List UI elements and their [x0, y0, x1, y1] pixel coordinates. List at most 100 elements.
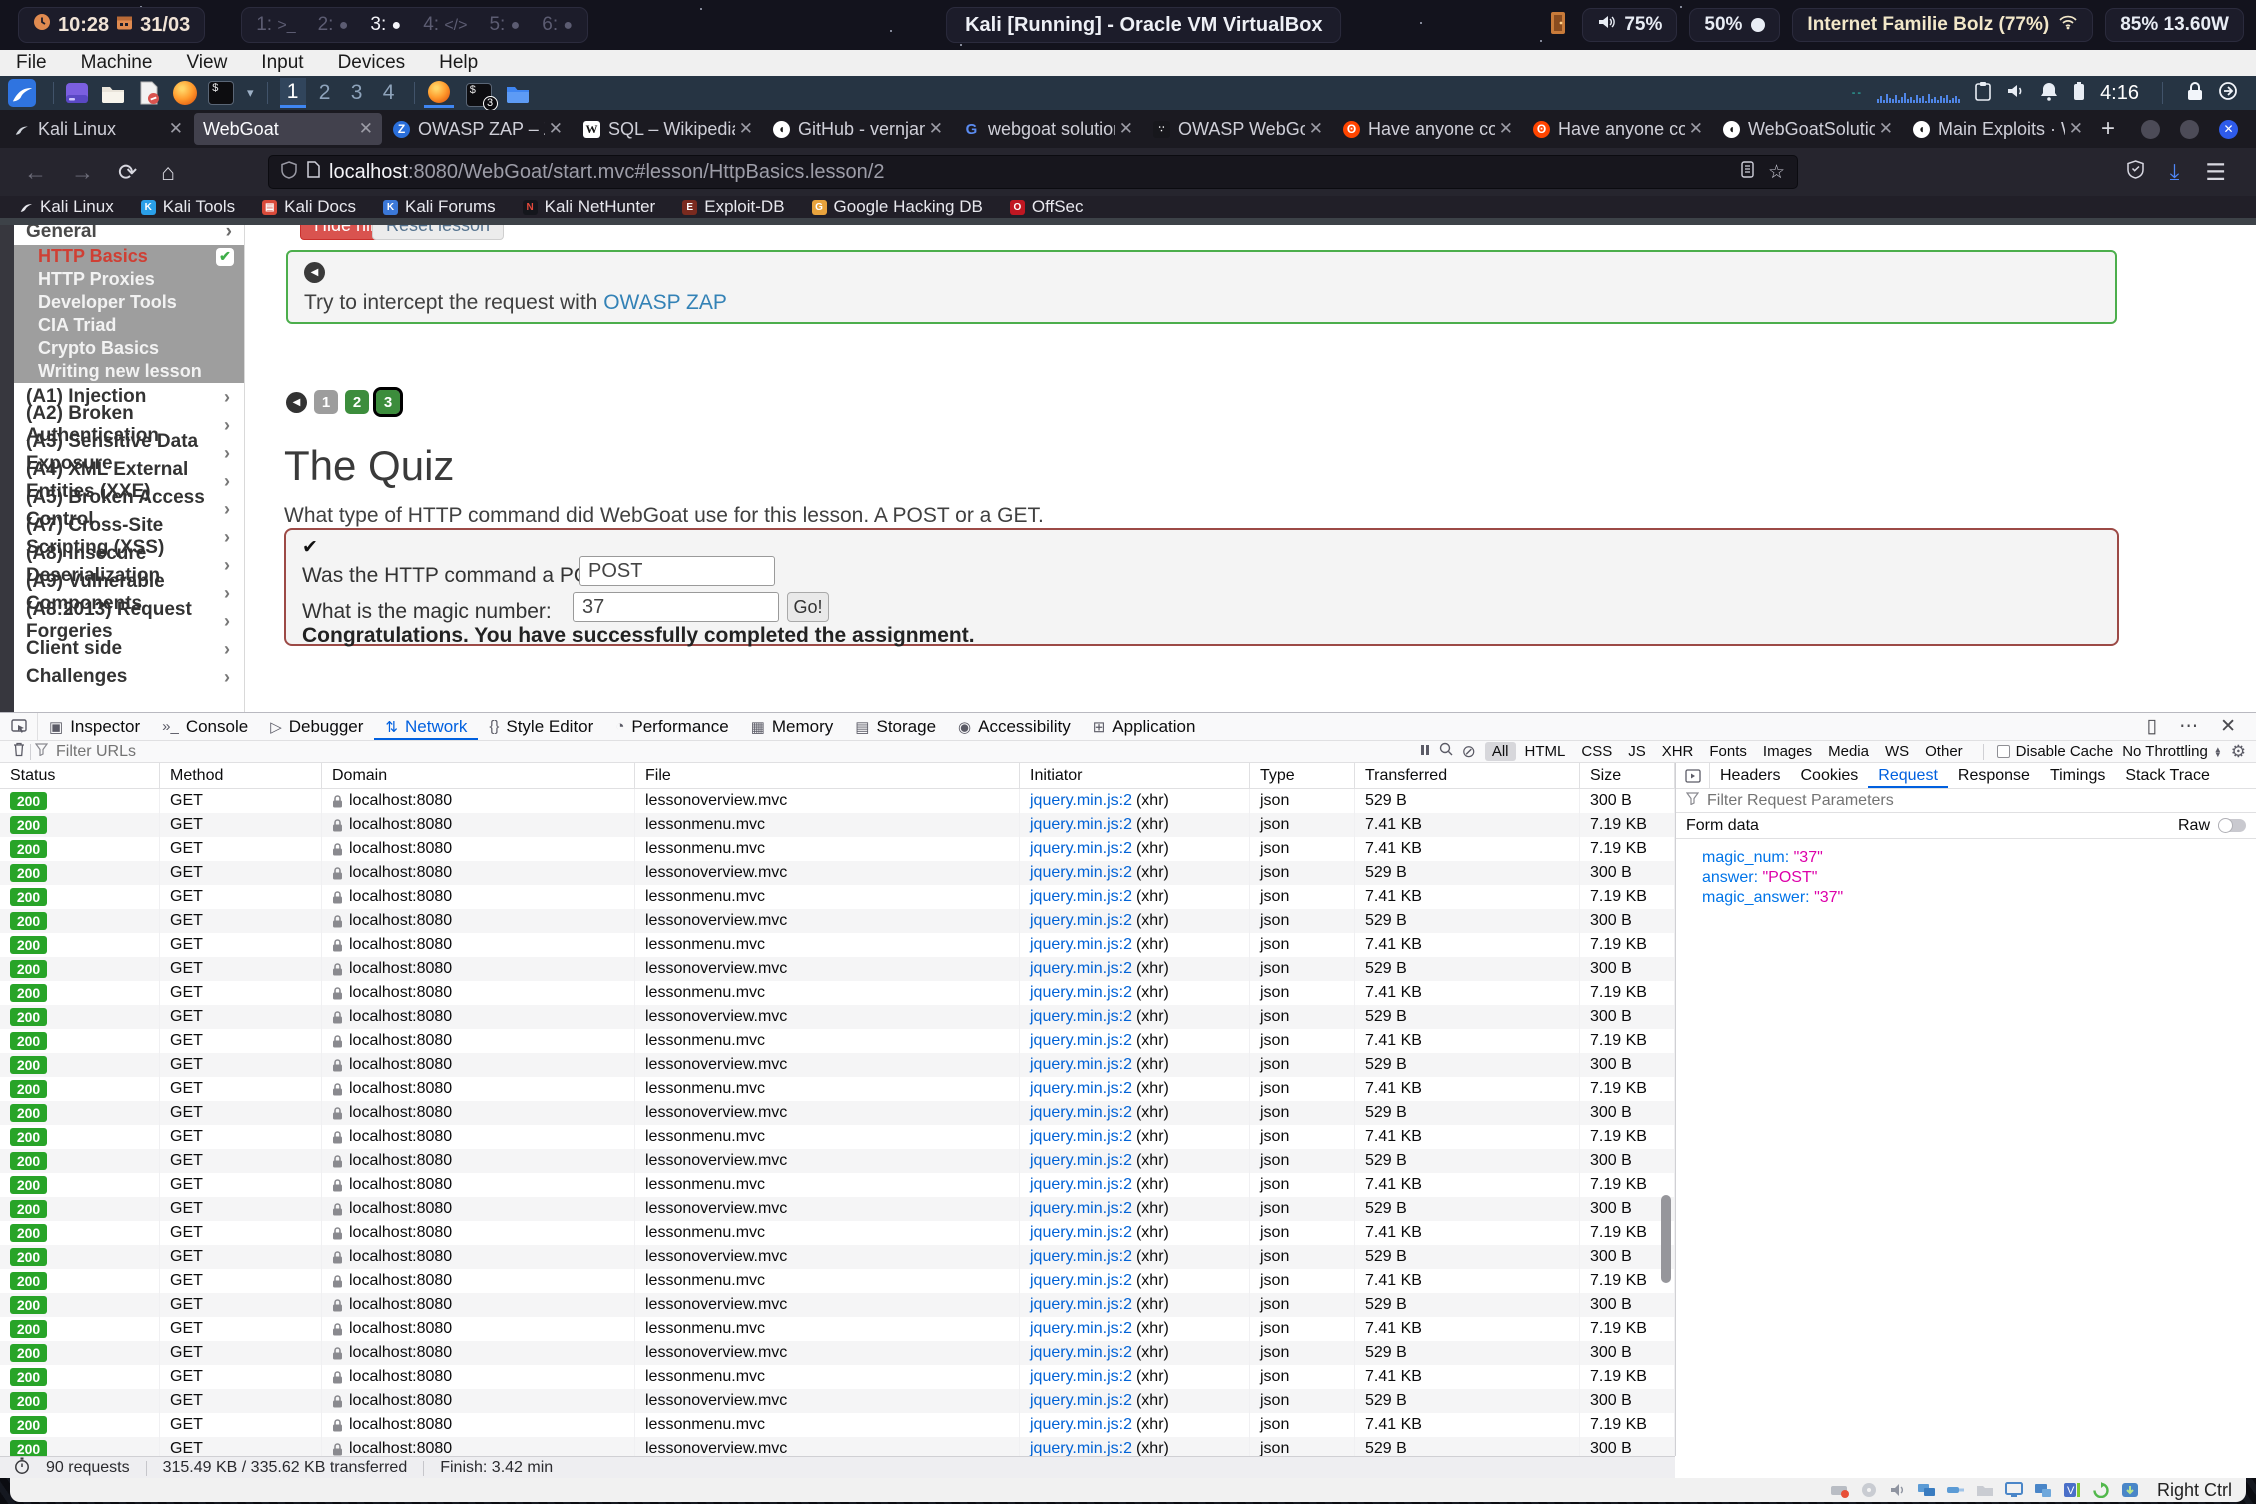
reload-icon[interactable]: ⟳ [118, 159, 137, 186]
browser-tab-5[interactable]: ◖GitHub - vernjan/we✕ [764, 113, 952, 145]
document-app-icon[interactable] [135, 79, 163, 107]
request-row-18[interactable]: 200GETlocalhost:8080lessonoverview.mvcjq… [0, 1197, 1675, 1221]
host-wifi[interactable]: Internet Familie Bolz (77%) [1792, 8, 2093, 42]
maximize-button[interactable] [2180, 120, 2199, 139]
request-row-13[interactable]: 200GETlocalhost:8080lessonmenu.mvcjquery… [0, 1077, 1675, 1101]
browser-tab-10[interactable]: ◖WebGoatSolutions/S✕ [1714, 113, 1902, 145]
devtools-tab-storage[interactable]: ▤Storage [844, 713, 947, 740]
column-header-type[interactable]: Type [1250, 763, 1355, 788]
request-row-27[interactable]: 200GETlocalhost:8080lessonmenu.mvcjquery… [0, 1413, 1675, 1437]
request-row-9[interactable]: 200GETlocalhost:8080lessonmenu.mvcjquery… [0, 981, 1675, 1005]
vbox-status-audio-icon[interactable] [1888, 1481, 1908, 1499]
sidebar-item-writing-new-lesson[interactable]: Writing new lesson [14, 360, 244, 383]
door-icon[interactable] [1548, 10, 1570, 41]
type-filter-other[interactable]: Other [1918, 742, 1970, 761]
initiator-cell[interactable]: jquery.min.js:2(xhr) [1020, 1029, 1250, 1053]
form-param-answer[interactable]: answer: "POST" [1702, 869, 2256, 889]
panel-tab-stack-trace[interactable]: Stack Trace [2115, 763, 2219, 788]
browser-tab-11[interactable]: ◖Main Exploits · WebG✕ [1904, 113, 2092, 145]
vm-window-title[interactable]: Kali [Running] - Oracle VM VirtualBox [946, 7, 1341, 43]
vbox-status-network-icon[interactable] [1917, 1481, 1937, 1499]
form-param-magic_num[interactable]: magic_num: "37" [1702, 849, 2256, 869]
url-bar[interactable]: localhost:8080/WebGoat/start.mvc#lesson/… [268, 155, 1798, 189]
initiator-cell[interactable]: jquery.min.js:2(xhr) [1020, 813, 1250, 837]
panel-tab-headers[interactable]: Headers [1710, 763, 1790, 788]
column-header-transferred[interactable]: Transferred [1355, 763, 1580, 788]
initiator-cell[interactable]: jquery.min.js:2(xhr) [1020, 909, 1250, 933]
vbox-menu-view[interactable]: View [186, 52, 227, 74]
request-row-16[interactable]: 200GETlocalhost:8080lessonoverview.mvcjq… [0, 1149, 1675, 1173]
initiator-cell[interactable]: jquery.min.js:2(xhr) [1020, 1437, 1250, 1456]
filter-request-parameters-input[interactable]: Filter Request Parameters [1676, 789, 2256, 813]
terminal-launcher-icon[interactable]: $ [207, 79, 235, 107]
devtools-close-icon[interactable]: ✕ [2220, 715, 2236, 738]
taskbar-terminal-window[interactable]: $ 3 [466, 80, 492, 107]
vbox-status-shared-folders-icon[interactable] [1975, 1481, 1995, 1499]
disable-cache-checkbox[interactable]: Disable Cache [1997, 743, 2114, 760]
host-workspace-1[interactable]: 1: >_ [256, 14, 295, 36]
request-row-17[interactable]: 200GETlocalhost:8080lessonmenu.mvcjquery… [0, 1173, 1675, 1197]
bookmark-star-icon[interactable]: ☆ [1768, 161, 1785, 184]
panel-dock-icon[interactable] [1676, 763, 1710, 788]
lesson-page-2[interactable]: 2 [345, 390, 369, 414]
vm-workspace-4[interactable]: 4 [376, 78, 402, 108]
browser-tab-9[interactable]: ʘHave anyone comple✕ [1524, 113, 1712, 145]
initiator-cell[interactable]: jquery.min.js:2(xhr) [1020, 981, 1250, 1005]
audio-icon[interactable] [2006, 82, 2026, 105]
host-clock-widget[interactable]: 10:28 31/03 [18, 7, 205, 43]
responsive-mode-icon[interactable]: ▯ [2147, 715, 2157, 738]
bookmark-exploit-db[interactable]: EExploit-DB [682, 197, 784, 217]
initiator-cell[interactable]: jquery.min.js:2(xhr) [1020, 1341, 1250, 1365]
initiator-cell[interactable]: jquery.min.js:2(xhr) [1020, 1293, 1250, 1317]
host-battery[interactable]: 85% 13.60W [2105, 8, 2244, 42]
initiator-cell[interactable]: jquery.min.js:2(xhr) [1020, 861, 1250, 885]
sidebar-item-cia-triad[interactable]: CIA Triad [14, 314, 244, 337]
devtools-tab-memory[interactable]: ▦Memory [740, 713, 845, 740]
column-header-initiator[interactable]: Initiator [1020, 763, 1250, 788]
initiator-cell[interactable]: jquery.min.js:2(xhr) [1020, 1125, 1250, 1149]
form-param-magic_answer[interactable]: magic_answer: "37" [1702, 889, 2256, 909]
vbox-menu-machine[interactable]: Machine [81, 52, 153, 74]
request-row-3[interactable]: 200GETlocalhost:8080lessonmenu.mvcjquery… [0, 837, 1675, 861]
vbox-status-recording-icon[interactable] [2033, 1481, 2053, 1499]
q1-answer-input[interactable] [579, 556, 775, 586]
pause-traffic-icon[interactable] [1420, 743, 1430, 761]
request-row-23[interactable]: 200GETlocalhost:8080lessonmenu.mvcjquery… [0, 1317, 1675, 1341]
panel-tab-response[interactable]: Response [1948, 763, 2040, 788]
downloads-icon[interactable]: ⤓ [2170, 159, 2180, 185]
bookmark-offsec[interactable]: OOffSec [1010, 197, 1084, 217]
tab-close-icon[interactable]: ✕ [169, 119, 183, 139]
sidebar-item-http-proxies[interactable]: HTTP Proxies [14, 268, 244, 291]
browser-tab-1[interactable]: Kali Linux✕ [4, 113, 192, 145]
lesson-page-1[interactable]: 1 [314, 390, 338, 414]
browser-tab-7[interactable]: ∵OWASP WebGoat: G✕ [1144, 113, 1332, 145]
request-row-28[interactable]: 200GETlocalhost:8080lessonoverview.mvcjq… [0, 1437, 1675, 1456]
initiator-cell[interactable]: jquery.min.js:2(xhr) [1020, 957, 1250, 981]
host-workspace-4[interactable]: 4: </> [423, 14, 467, 36]
request-row-14[interactable]: 200GETlocalhost:8080lessonoverview.mvcjq… [0, 1101, 1675, 1125]
devtools-tab-application[interactable]: ⊞Application [1082, 713, 1207, 740]
devtools-options-icon[interactable]: ⋯ [2179, 715, 2198, 738]
tab-close-icon[interactable]: ✕ [1499, 119, 1513, 139]
q2-answer-input[interactable] [573, 592, 779, 622]
request-row-11[interactable]: 200GETlocalhost:8080lessonmenu.mvcjquery… [0, 1029, 1675, 1053]
vm-workspace-3[interactable]: 3 [344, 78, 370, 108]
request-row-21[interactable]: 200GETlocalhost:8080lessonmenu.mvcjquery… [0, 1269, 1675, 1293]
type-filter-css[interactable]: CSS [1574, 742, 1619, 761]
initiator-cell[interactable]: jquery.min.js:2(xhr) [1020, 885, 1250, 909]
host-workspace-6[interactable]: 6: ● [542, 14, 573, 36]
tab-close-icon[interactable]: ✕ [739, 119, 753, 139]
clear-requests-icon[interactable] [12, 741, 26, 762]
request-row-12[interactable]: 200GETlocalhost:8080lessonoverview.mvcjq… [0, 1053, 1675, 1077]
devtools-tab-accessibility[interactable]: ◉Accessibility [947, 713, 1082, 740]
lock-screen-icon[interactable] [2186, 81, 2204, 106]
initiator-cell[interactable]: jquery.min.js:2(xhr) [1020, 1053, 1250, 1077]
bookmark-kali-nethunter[interactable]: NKali NetHunter [523, 197, 656, 217]
initiator-cell[interactable]: jquery.min.js:2(xhr) [1020, 1197, 1250, 1221]
host-workspace-3[interactable]: 3: ● [370, 14, 401, 36]
notifications-bell-icon[interactable] [2040, 81, 2058, 106]
form-data-section-label[interactable]: Form data [1686, 817, 1759, 835]
type-filter-all[interactable]: All [1485, 742, 1516, 761]
block-requests-icon[interactable]: ⊘ [1462, 742, 1476, 762]
initiator-cell[interactable]: jquery.min.js:2(xhr) [1020, 1365, 1250, 1389]
